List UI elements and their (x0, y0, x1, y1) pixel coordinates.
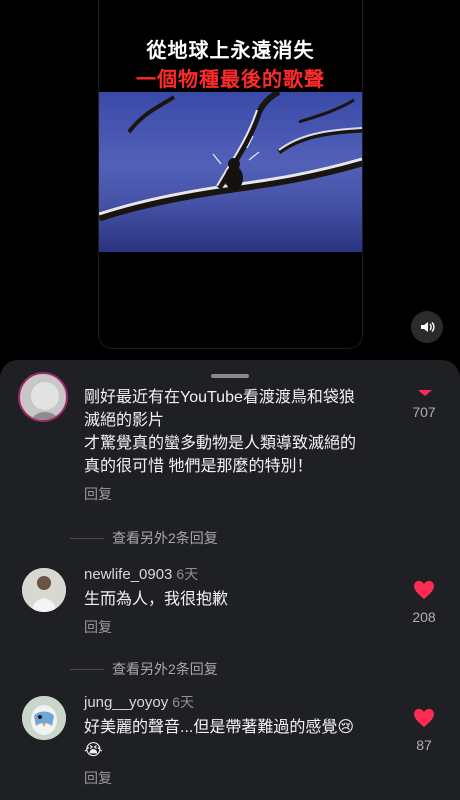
heart-icon (418, 390, 432, 396)
divider (70, 668, 104, 670)
like-button[interactable]: 87 (404, 708, 444, 753)
reply-button[interactable]: 回复 (84, 484, 394, 504)
video-frame (99, 92, 362, 252)
comment-header: jung__yoyoy 6天 (84, 692, 394, 712)
heart-icon (414, 580, 434, 600)
comment-header: newlife_0903 6天 (84, 564, 394, 584)
speaker-icon (421, 322, 435, 332)
comment-body: jung__yoyoy 6天 好美麗的聲音...但是帶著難過的感覺😢 😭 回复 (84, 692, 394, 788)
like-count: 87 (416, 737, 432, 753)
comments-sheet[interactable]: 剛好最近有在YouTube看渡渡鳥和袋狼 滅絕的影片 才驚覺真的蠻多動物是人類導… (0, 360, 460, 800)
like-button[interactable]: 208 (404, 580, 444, 625)
avatar-image (22, 696, 66, 740)
comment-body: 剛好最近有在YouTube看渡渡鳥和袋狼 滅絕的影片 才驚覺真的蠻多動物是人類導… (84, 386, 394, 504)
avatar[interactable] (22, 568, 66, 612)
username[interactable]: newlife_0903 (84, 566, 172, 583)
video-player[interactable]: 從地球上永遠消失 一個物種最後的歌聲 (98, 0, 363, 349)
reply-button[interactable]: 回复 (84, 617, 394, 637)
reply-button[interactable]: 回复 (84, 768, 394, 788)
comment-text: 生而為人，我很抱歉 (84, 591, 229, 608)
divider (70, 537, 104, 539)
avatar[interactable] (22, 696, 66, 740)
avatar-image (31, 382, 59, 420)
like-count: 707 (412, 404, 436, 420)
video-caption-subtitle: 一個物種最後的歌聲 (136, 69, 325, 91)
comment-body: newlife_0903 6天 生而為人，我很抱歉 回复 (84, 564, 394, 637)
video-caption-title: 從地球上永遠消失 (146, 40, 315, 62)
avatar-image (22, 568, 66, 612)
view-more-replies[interactable]: 查看另外2条回复 (70, 659, 218, 679)
sound-toggle-button[interactable] (411, 311, 443, 343)
comment-time: 6天 (176, 566, 199, 582)
heart-icon (414, 708, 434, 728)
view-more-replies[interactable]: 查看另外2条回复 (70, 528, 218, 548)
username[interactable]: jung__yoyoy (84, 694, 168, 711)
comment-time: 6天 (172, 694, 195, 710)
comment-text: 好美麗的聲音...但是帶著難過的感覺😢 😭 (84, 719, 355, 759)
like-count: 208 (412, 609, 436, 625)
comment-text: 剛好最近有在YouTube看渡渡鳥和袋狼 滅絕的影片 才驚覺真的蠻多動物是人類導… (84, 389, 357, 475)
sheet-drag-handle[interactable] (211, 374, 249, 378)
avatar[interactable] (18, 372, 68, 422)
